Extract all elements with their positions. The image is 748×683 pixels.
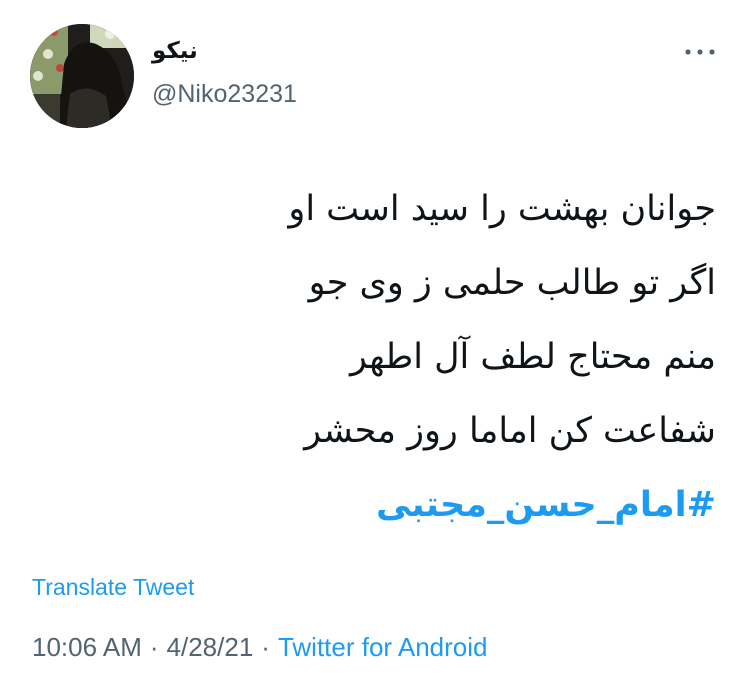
username[interactable]: @Niko23231 (152, 80, 297, 109)
tweet-line-1: جوانان بهشت را سید است او (288, 189, 716, 229)
tweet-line-4: شفاعت کن اماما روز محشر (304, 411, 716, 451)
tweet-time[interactable]: 10:06 AM (32, 632, 142, 662)
meta-separator: · (149, 632, 159, 662)
tweet-card: نیکو @Niko23231 جوانان بهشت را سید است ا… (0, 0, 748, 683)
more-horizontal-icon[interactable] (682, 42, 718, 62)
hashtag-link[interactable]: #امام_حسن_مجتبی (36, 468, 716, 542)
tweet-line-2: اگر تو طالب حلمی ز وی جو (308, 263, 716, 303)
tweet-date[interactable]: 4/28/21 (167, 632, 254, 662)
tweet-line-3: منم محتاج لطف آل اطهر (349, 337, 716, 377)
meta-separator: · (261, 632, 270, 662)
tweet-source-link[interactable]: Twitter for Android (278, 632, 488, 662)
display-name[interactable]: نیکو (152, 38, 198, 64)
avatar-image (30, 24, 134, 128)
translate-tweet-link[interactable]: Translate Tweet (32, 574, 194, 601)
tweet-meta: 10:06 AM · 4/28/21 · Twitter for Android (32, 632, 488, 663)
tweet-text: جوانان بهشت را سید است او اگر تو طالب حل… (36, 172, 716, 542)
avatar[interactable] (30, 24, 134, 128)
